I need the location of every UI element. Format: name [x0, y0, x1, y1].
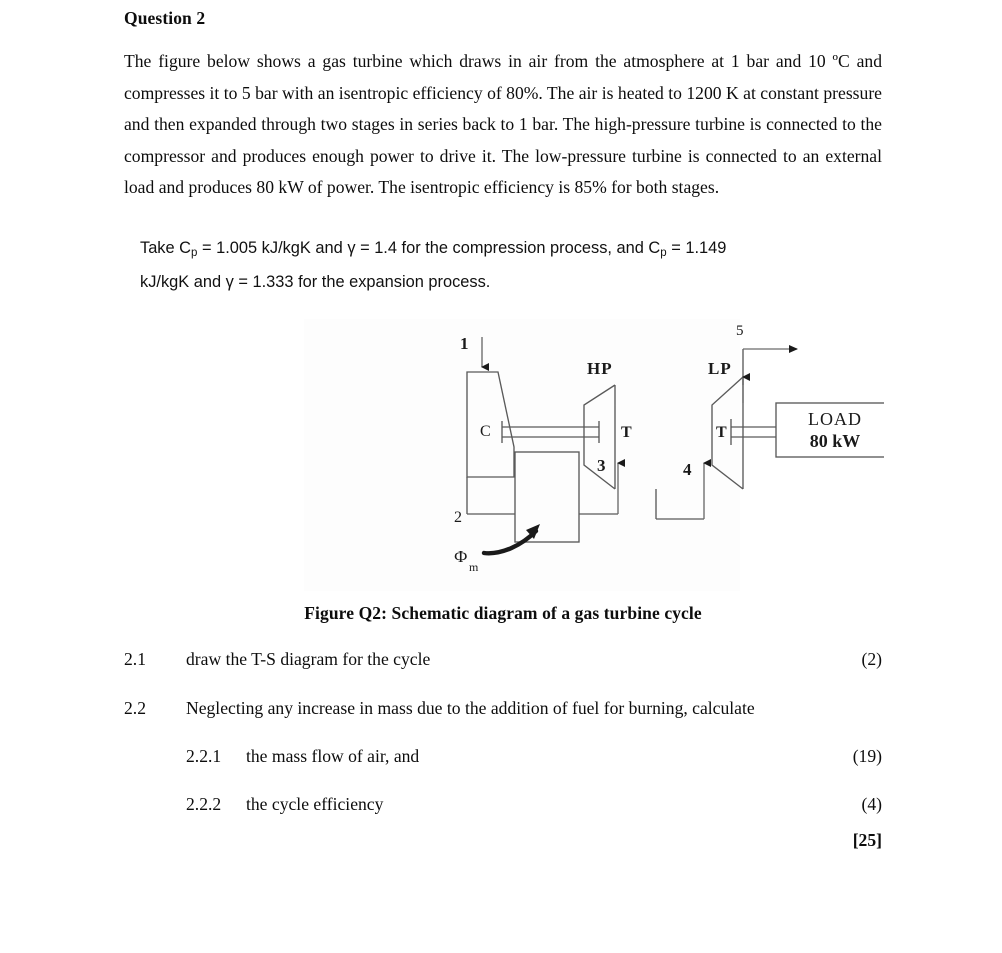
- label-state-2: 2: [454, 509, 462, 526]
- given-line1-part-c: = 1.149: [666, 238, 727, 257]
- document-content: Question 2 The figure below shows a gas …: [124, 0, 884, 853]
- given-line2: kJ/kgK and γ = 1.333 for the expansion p…: [140, 272, 491, 291]
- label-load-power: 80 kW: [810, 431, 861, 451]
- question-marks: (2): [861, 648, 882, 669]
- combustion-chamber: [514, 451, 580, 543]
- given-line1-part-a: Take C: [140, 238, 192, 257]
- label-hp-tag: HP: [587, 359, 613, 378]
- question-item-2-2-1: 2.2.1 the mass flow of air, and (19): [124, 743, 882, 769]
- question-intro-paragraph: The figure below shows a gas turbine whi…: [124, 51, 882, 198]
- question-number: 2.2.2: [186, 793, 222, 814]
- gas-turbine-schematic: 1 C 2 Ф m 3 HP T 4 LP T 5 LOAD 80 kW: [454, 323, 884, 574]
- figure-caption: Figure Q2: Schematic diagram of a gas tu…: [304, 602, 702, 623]
- question-item-2-2-2: 2.2.2 the cycle efficiency (4): [124, 791, 882, 817]
- label-hp-turbine: T: [621, 424, 632, 441]
- question-marks: (19): [852, 745, 882, 766]
- question-text: Neglecting any increase in mass due to t…: [186, 697, 755, 718]
- page-title: Question 2: [124, 8, 206, 28]
- question-text: the cycle efficiency: [246, 793, 384, 814]
- label-heat-input-subscript: m: [469, 560, 479, 574]
- total-marks-row: [25]: [124, 827, 882, 853]
- document-page: Question 2 The figure below shows a gas …: [0, 0, 1002, 953]
- question-item-2-1: 2.1 draw the T-S diagram for the cycle (…: [124, 646, 882, 672]
- label-heat-input: Ф: [454, 547, 467, 566]
- total-marks: [25]: [852, 829, 882, 850]
- given-data-note: Take Cp = 1.005 kJ/kgK and γ = 1.4 for t…: [140, 234, 870, 297]
- question-text: draw the T-S diagram for the cycle: [186, 648, 431, 669]
- label-state-3: 3: [597, 456, 606, 475]
- question-text: the mass flow of air, and: [246, 745, 420, 766]
- question-marks: (4): [861, 793, 882, 814]
- label-load-title: LOAD: [808, 409, 862, 429]
- question-number: 2.2.1: [186, 745, 222, 766]
- label-state-4: 4: [683, 460, 692, 479]
- question-number: 2.2: [124, 697, 146, 718]
- figure-q2: 1 C 2 Ф m 3 HP T 4 LP T 5 LOAD 80 kW: [124, 318, 884, 597]
- heat-input-arrow: [481, 523, 540, 556]
- question-list: 2.1 draw the T-S diagram for the cycle (…: [124, 646, 882, 853]
- question-number: 2.1: [124, 648, 146, 669]
- label-compressor: C: [480, 423, 491, 440]
- label-state-1: 1: [460, 334, 469, 353]
- label-lp-turbine: T: [716, 424, 727, 441]
- given-line1-part-b: = 1.005 kJ/kgK and γ = 1.4 for the compr…: [197, 238, 661, 257]
- label-lp-tag: LP: [708, 359, 732, 378]
- question-item-2-2: 2.2 Neglecting any increase in mass due …: [124, 695, 882, 721]
- label-state-5: 5: [736, 323, 744, 339]
